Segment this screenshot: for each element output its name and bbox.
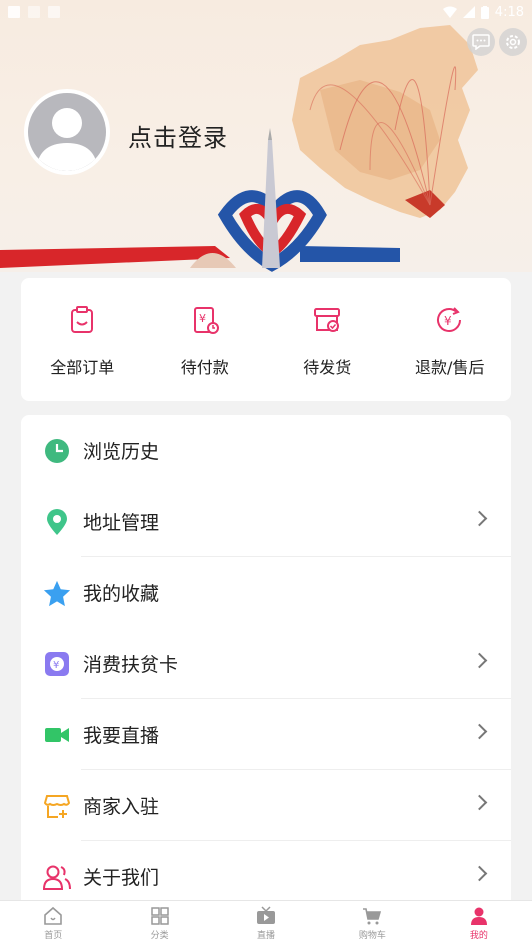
chat-icon	[472, 34, 490, 50]
menu-item-label: 浏览历史	[83, 441, 160, 463]
bottom-tab-bar: 首页 分类 直播 购物车 我的	[0, 900, 532, 946]
pending-payment-button[interactable]: ¥ 待付款	[144, 278, 267, 401]
menu-item-label: 关于我们	[83, 867, 160, 889]
tab-label: 首页	[44, 931, 63, 941]
order-label: 待付款	[180, 358, 229, 377]
user-icon	[470, 907, 487, 925]
location-pin-icon	[47, 508, 67, 535]
chevron-right-icon	[471, 865, 488, 882]
chevron-right-icon	[471, 723, 488, 740]
download-icon	[28, 6, 40, 18]
svg-text:¥: ¥	[199, 312, 206, 325]
home-icon	[44, 906, 63, 925]
status-time: 4:18	[494, 4, 524, 20]
tab-categories[interactable]: 分类	[106, 901, 212, 946]
people-icon	[43, 865, 71, 890]
chevron-right-icon	[471, 510, 488, 527]
menu-item-label: 消费扶贫卡	[83, 654, 179, 676]
refund-button[interactable]: ¥ 退款/售后	[389, 278, 512, 401]
video-camera-icon	[45, 727, 69, 742]
tab-label: 分类	[150, 931, 169, 941]
status-notification-icons	[8, 6, 60, 18]
wifi-icon	[442, 6, 457, 18]
gear-icon	[506, 35, 520, 49]
signal-icon	[462, 6, 475, 18]
tab-mine[interactable]: 我的	[426, 901, 532, 946]
shipping-box-icon	[314, 308, 341, 332]
grid-icon	[150, 907, 169, 925]
profile-header: 点击登录	[0, 0, 532, 272]
tv-icon	[257, 906, 276, 924]
order-label: 全部订单	[50, 358, 115, 377]
menu-item-label: 商家入驻	[83, 796, 160, 818]
card-icon: ¥	[45, 651, 69, 676]
chevron-right-icon	[471, 652, 488, 669]
refund-icon: ¥	[436, 307, 461, 332]
status-bar: 4:18	[0, 0, 532, 24]
svg-text:¥: ¥	[444, 314, 452, 328]
profile-menu: 浏览历史 地址管理 我的收藏 ¥ 消费扶贫卡 我要直播 商家入驻 关于我们	[21, 415, 511, 915]
tab-cart[interactable]: 购物车	[319, 901, 425, 946]
login-label[interactable]: 点击登录	[128, 118, 228, 153]
tab-label: 直播	[257, 931, 276, 941]
menu-item-address[interactable]: 地址管理	[21, 486, 511, 557]
notification-icon	[48, 6, 60, 18]
notification-icon	[8, 6, 20, 18]
pending-shipment-button[interactable]: 待发货	[266, 278, 389, 401]
svg-text:¥: ¥	[53, 660, 59, 671]
menu-item-poverty-card[interactable]: ¥ 消费扶贫卡	[21, 628, 511, 699]
order-label: 退款/售后	[415, 358, 485, 377]
order-label: 待发货	[303, 358, 352, 377]
tab-label: 我的	[469, 931, 488, 941]
avatar[interactable]	[24, 89, 110, 175]
battery-icon	[480, 5, 489, 19]
star-icon	[43, 580, 71, 606]
store-icon	[44, 794, 70, 818]
tab-live[interactable]: 直播	[213, 901, 319, 946]
all-orders-button[interactable]: 全部订单	[21, 278, 144, 401]
chevron-right-icon	[471, 794, 488, 811]
default-user-icon	[36, 108, 98, 171]
payment-pending-icon: ¥	[193, 307, 219, 334]
clipboard-icon	[71, 306, 94, 333]
status-system-icons: 4:18	[442, 4, 524, 20]
menu-item-label: 地址管理	[83, 512, 160, 534]
menu-item-favorites[interactable]: 我的收藏	[21, 557, 511, 628]
settings-button[interactable]	[499, 28, 527, 56]
menu-item-label: 我的收藏	[83, 583, 160, 605]
menu-item-live-stream[interactable]: 我要直播	[21, 699, 511, 770]
menu-item-history[interactable]: 浏览历史	[21, 415, 511, 486]
menu-item-merchant[interactable]: 商家入驻	[21, 770, 511, 841]
order-shortcuts: 全部订单 ¥ 待付款 待发货 ¥ 退款/售后	[21, 278, 511, 401]
menu-item-label: 我要直播	[83, 725, 160, 747]
tab-label: 购物车	[358, 931, 386, 941]
message-button[interactable]	[467, 28, 495, 56]
tab-home[interactable]: 首页	[0, 901, 106, 946]
clock-icon	[45, 438, 69, 463]
cart-icon	[363, 908, 382, 925]
